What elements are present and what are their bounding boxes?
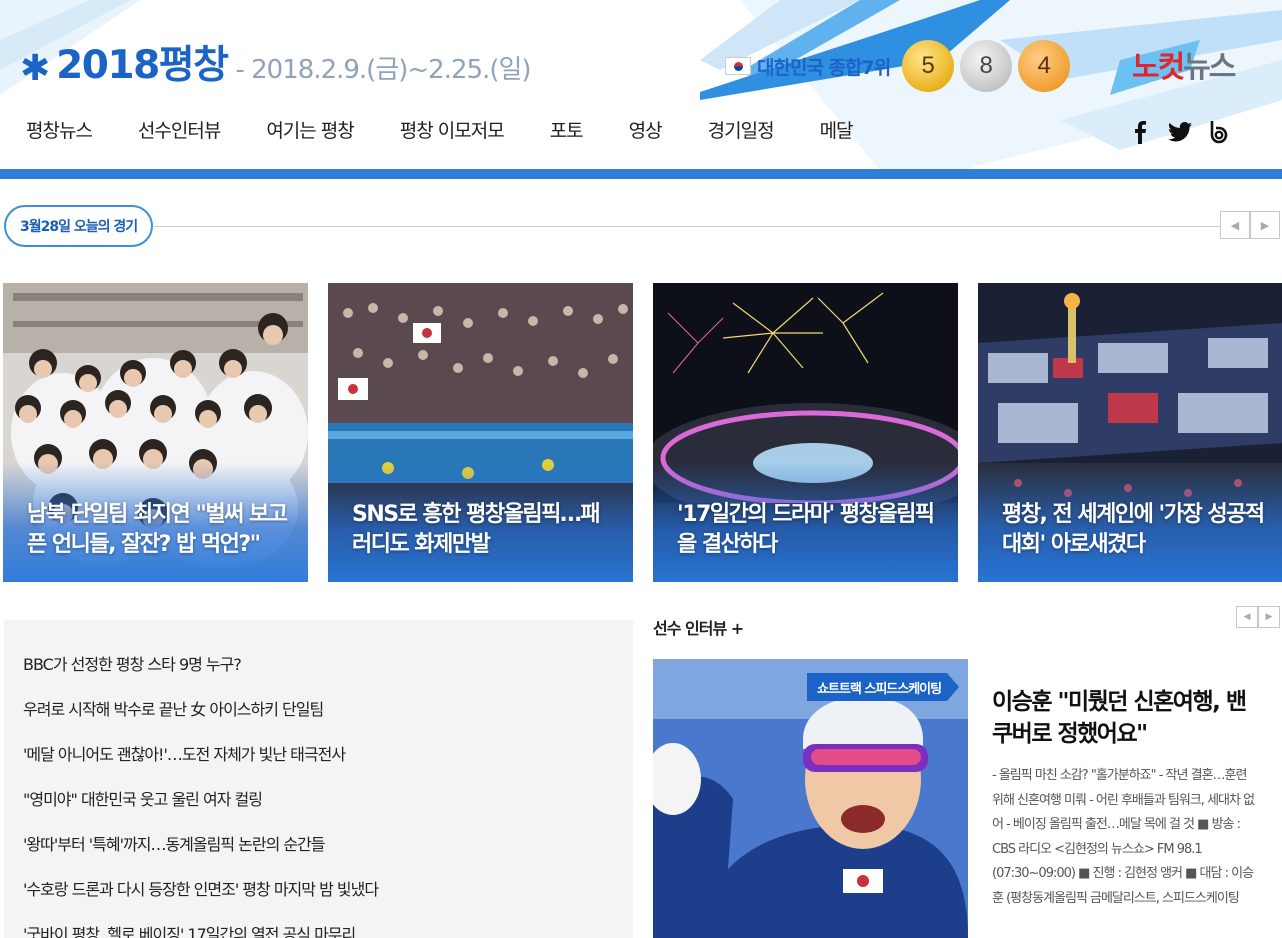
event-title: 2018평창 — [56, 43, 229, 88]
list-item[interactable]: '왕따'부터 '특혜'까지…동계올림픽 논란의 순간들 — [23, 831, 326, 855]
gold-medal-count: 5 — [902, 40, 955, 92]
nocut-news-logo[interactable]: 노컷뉴스 — [1132, 42, 1236, 86]
card-caption: 평창, 전 세계인에 '가장 성공적 대회' 아로새겼다 — [1002, 502, 1265, 557]
photo-card-2[interactable]: SNS로 흥한 평창올림픽…패러디도 화제만발 — [328, 283, 633, 582]
overall-rank: 대한민국 종합7위 — [757, 56, 891, 79]
todays-games-bar: 3월28일 오늘의 경기 ◀ ▶ — [4, 205, 1282, 249]
nav-athlete-interview[interactable]: 선수인터뷰 — [138, 116, 221, 143]
todays-games-label[interactable]: 3월28일 오늘의 경기 — [4, 205, 154, 247]
interview-pager: ◀ ▶ — [1236, 606, 1280, 628]
site-header: ✱ 2018평창 - 2018.2.9.(금)~2.25.(일) 대한민국 종합… — [0, 0, 1282, 180]
nav-pyeongchang-misc[interactable]: 평창 이모저모 — [400, 116, 505, 143]
interview-category-tag[interactable]: 쇼트트랙 스피드스케이팅 — [807, 673, 960, 701]
card-caption: SNS로 흥한 평창올림픽…패러디도 화제만발 — [352, 502, 601, 557]
nav-medal[interactable]: 메달 — [820, 116, 854, 143]
header-divider — [0, 169, 1282, 179]
list-item[interactable]: '메달 아니어도 괜찮아!'…도전 자체가 빛난 태극전사 — [23, 741, 346, 765]
facebook-icon[interactable] — [1128, 120, 1152, 144]
interview-headline[interactable]: 이승훈 "미뤘던 신혼여행, 밴쿠버로 정했어요" — [992, 686, 1262, 750]
next-arrow-icon[interactable]: ▶ — [1258, 606, 1280, 628]
photo-card-3[interactable]: '17일간의 드라마' 평창올림픽을 결산하다 — [653, 283, 958, 582]
prev-arrow-icon[interactable]: ◀ — [1220, 211, 1250, 239]
nav-photo[interactable]: 포토 — [550, 116, 584, 143]
logo-part-gray: 뉴스 — [1183, 50, 1236, 85]
interview-summary: - 올림픽 마친 소감? "홀가분하죠" - 작년 결혼…훈련 위해 신혼여행 … — [992, 768, 1255, 906]
interview-section-title[interactable]: 선수 인터뷰 + — [653, 615, 744, 639]
photo-card-1[interactable]: 남북 단일팀 최지연 "벌써 보고픈 언니들, 잘잔? 밥 먹언?" — [3, 283, 308, 582]
logo-part-red: 노컷 — [1132, 50, 1185, 85]
twitter-icon[interactable] — [1168, 120, 1192, 144]
blog-icon[interactable] — [1208, 120, 1232, 144]
card-caption: '17일간의 드라마' 평창올림픽을 결산하다 — [677, 502, 935, 557]
list-item[interactable]: '굿바이 평창, 헬로 베이징' 17일간의 열전 공식 마무리 — [23, 921, 356, 938]
social-links — [1128, 120, 1248, 144]
prev-arrow-icon[interactable]: ◀ — [1236, 606, 1258, 628]
headline-list: BBC가 선정한 평창 스타 9명 누구? 우려로 시작해 박수로 끝난 女 아… — [4, 620, 633, 938]
photo-card-4[interactable]: 평창, 전 세계인에 '가장 성공적 대회' 아로새겼다 — [978, 283, 1282, 582]
nav-here-pyeongchang[interactable]: 여기는 평창 — [266, 116, 354, 143]
nav-pyeongchang-news[interactable]: 평창뉴스 — [26, 116, 93, 143]
next-arrow-icon[interactable]: ▶ — [1250, 211, 1280, 239]
nav-schedule[interactable]: 경기일정 — [708, 116, 775, 143]
snowflake-icon: ✱ — [20, 48, 51, 89]
event-dates: - 2018.2.9.(금)~2.25.(일) — [235, 55, 531, 85]
list-item[interactable]: 우려로 시작해 박수로 끝난 女 아이스하키 단일팀 — [23, 696, 324, 720]
main-nav: 평창뉴스 선수인터뷰 여기는 평창 평창 이모저모 포토 영상 경기일정 메달 — [26, 116, 899, 143]
silver-medal-count: 8 — [960, 40, 1013, 92]
list-item[interactable]: "영미야" 대한민국 웃고 울린 여자 컬링 — [23, 786, 263, 810]
todays-games-line — [154, 226, 1226, 227]
bronze-medal-count: 4 — [1018, 40, 1071, 92]
todays-games-pager: ◀ ▶ — [1220, 211, 1280, 239]
event-brand[interactable]: ✱ 2018평창 - 2018.2.9.(금)~2.25.(일) — [20, 34, 532, 90]
list-item[interactable]: BBC가 선정한 평창 스타 9명 누구? — [23, 651, 242, 675]
list-item[interactable]: '수호랑 드론과 다시 등장한 인면조' 평창 마지막 밤 빛냈다 — [23, 876, 379, 900]
korea-flag-icon — [725, 57, 751, 75]
nav-video[interactable]: 영상 — [629, 116, 663, 143]
medal-tally[interactable]: 대한민국 종합7위 5 8 4 — [725, 40, 1076, 92]
card-caption: 남북 단일팀 최지연 "벌써 보고픈 언니들, 잘잔? 밥 먹언?" — [27, 502, 288, 557]
